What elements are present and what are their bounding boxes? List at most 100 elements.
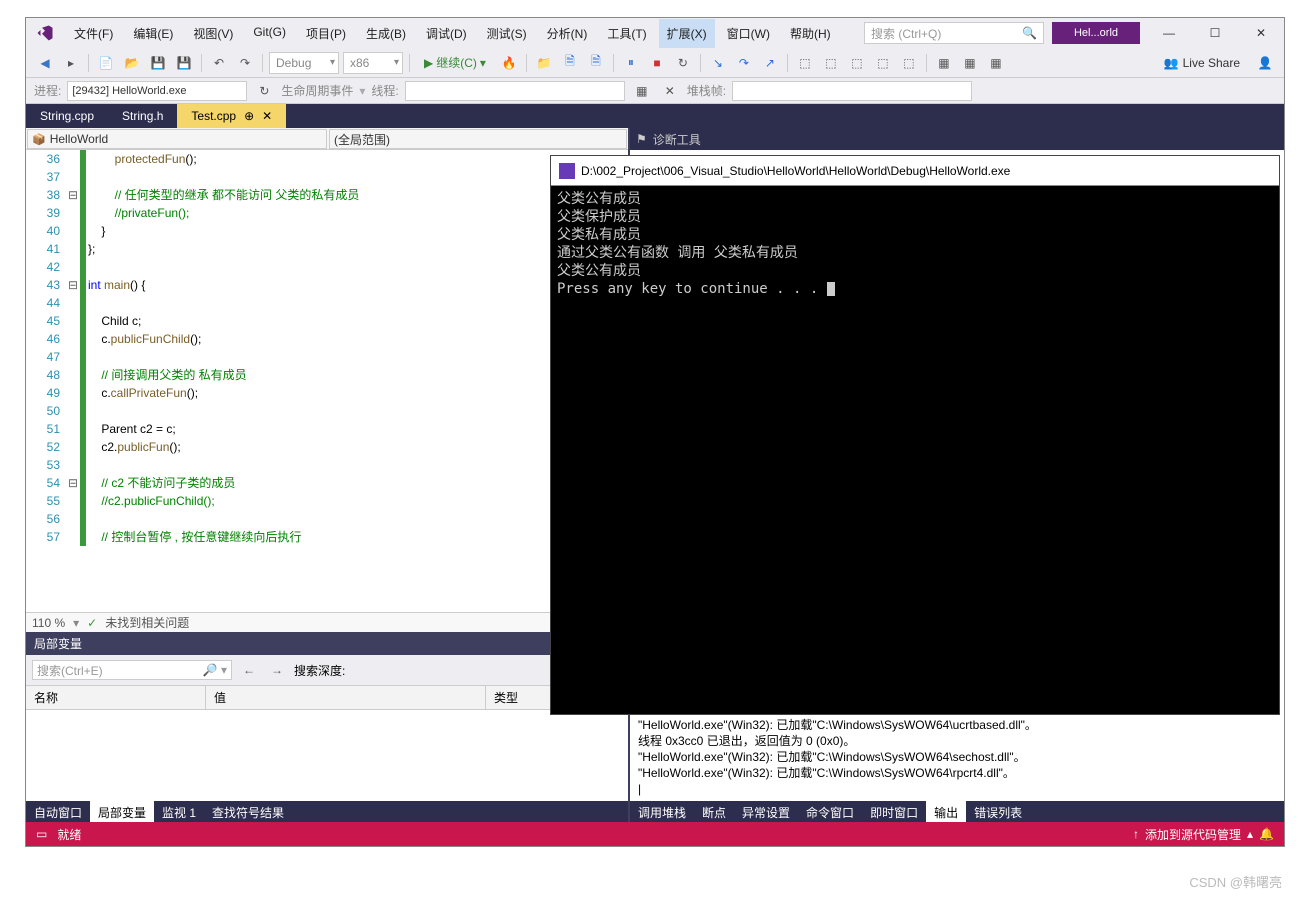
nav-scope[interactable]: (全局范围)	[329, 129, 627, 149]
output-body[interactable]: "HelloWorld.exe"(Win32): 已加载"C:\Windows\…	[630, 713, 1284, 801]
search-placeholder: 搜索 (Ctrl+Q)	[871, 25, 941, 42]
live-share-button[interactable]: 👥 Live Share	[1164, 56, 1240, 70]
minimize-button[interactable]: —	[1146, 18, 1192, 48]
code-editor[interactable]: 3637383940414243444546474849505152535455…	[26, 150, 628, 612]
tool-h-icon[interactable]: ▦	[985, 52, 1007, 74]
menu-10[interactable]: 扩展(X)	[659, 19, 715, 48]
nav-back-icon[interactable]: ◀	[34, 52, 56, 74]
admin-icon[interactable]: 👤	[1254, 52, 1276, 74]
stop-icon[interactable]: ■	[646, 52, 668, 74]
save-icon[interactable]: 💾	[147, 52, 169, 74]
tool-g-icon[interactable]: ▦	[959, 52, 981, 74]
continue-button[interactable]: ▶ 继续(C) ▾	[416, 54, 494, 71]
folder-icon[interactable]: 📁	[533, 52, 555, 74]
process-select[interactable]: [29432] HelloWorld.exe	[67, 81, 247, 101]
doc-tab[interactable]: String.h	[108, 104, 177, 128]
doc-tab[interactable]: String.cpp	[26, 104, 108, 128]
menu-7[interactable]: 测试(S)	[479, 19, 535, 48]
stackframe-select[interactable]	[732, 81, 972, 101]
nav-project[interactable]: 📦 HelloWorld	[27, 129, 327, 149]
navigation-bar: 📦 HelloWorld (全局范围)	[26, 128, 628, 150]
undo-icon[interactable]: ↶	[208, 52, 230, 74]
panel-tab[interactable]: 监视 1	[154, 801, 204, 822]
hot-reload-icon[interactable]: 🔥	[498, 52, 520, 74]
new-project-icon[interactable]: 📄	[95, 52, 117, 74]
panel-tab[interactable]: 查找符号结果	[204, 801, 292, 822]
tool-a-icon[interactable]: ⬚	[794, 52, 816, 74]
tool-c-icon[interactable]: ⬚	[846, 52, 868, 74]
step-out-icon[interactable]: ↗	[759, 52, 781, 74]
depth-select[interactable]	[351, 661, 411, 679]
maximize-button[interactable]: ☐	[1192, 18, 1238, 48]
solution-name-badge[interactable]: Hel...orld	[1052, 22, 1140, 44]
nav-fwd-icon[interactable]: ▸	[60, 52, 82, 74]
doc2-icon[interactable]: 🗎	[585, 52, 607, 74]
panel-tab[interactable]: 即时窗口	[862, 801, 926, 822]
redo-icon[interactable]: ↷	[234, 52, 256, 74]
pause-icon[interactable]: ⏸	[620, 52, 642, 74]
thread-tool2-icon[interactable]: ✕	[659, 80, 681, 102]
menu-5[interactable]: 生成(B)	[358, 19, 414, 48]
open-icon[interactable]: 📂	[121, 52, 143, 74]
debug-toolbar: 进程: [29432] HelloWorld.exe ↻ 生命周期事件 ▾ 线程…	[26, 78, 1284, 104]
panel-tab[interactable]: 异常设置	[734, 801, 798, 822]
save-all-icon[interactable]: 💾	[173, 52, 195, 74]
menu-0[interactable]: 文件(F)	[66, 19, 121, 48]
panel-tab[interactable]: 断点	[694, 801, 734, 822]
menu-6[interactable]: 调试(D)	[418, 19, 475, 48]
status-bar: ▭ 就绪 ↑ 添加到源代码管理 ▴ 🔔	[26, 822, 1284, 846]
pin-icon[interactable]: ⊕	[244, 109, 254, 123]
panel-tab[interactable]: 错误列表	[966, 801, 1030, 822]
menu-12[interactable]: 帮助(H)	[782, 19, 839, 48]
menu-9[interactable]: 工具(T)	[599, 19, 654, 48]
platform-select[interactable]: x86	[343, 52, 403, 74]
tool-b-icon[interactable]: ⬚	[820, 52, 842, 74]
locals-col[interactable]: 名称	[26, 686, 206, 709]
locals-search[interactable]: 搜索(Ctrl+E)🔎 ▾	[32, 660, 232, 680]
add-source-control[interactable]: 添加到源代码管理	[1145, 826, 1241, 843]
tool-e-icon[interactable]: ⬚	[898, 52, 920, 74]
nav-next-icon[interactable]: →	[266, 659, 288, 681]
tool-f-icon[interactable]: ▦	[933, 52, 955, 74]
diag-title: 诊断工具	[653, 131, 701, 148]
locals-col[interactable]: 值	[206, 686, 486, 709]
step-over-icon[interactable]: ↷	[733, 52, 755, 74]
console-path: D:\002_Project\006_Visual_Studio\HelloWo…	[581, 164, 1010, 178]
menu-11[interactable]: 窗口(W)	[719, 19, 778, 48]
panel-tab[interactable]: 调用堆栈	[630, 801, 694, 822]
thread-label: 线程:	[371, 82, 398, 99]
check-icon: ✓	[87, 616, 97, 630]
menu-4[interactable]: 项目(P)	[298, 19, 354, 48]
locals-columns: 名称值类型	[26, 686, 628, 710]
process-label: 进程:	[34, 82, 61, 99]
zoom-level[interactable]: 110 %	[32, 616, 65, 630]
close-button[interactable]: ✕	[1238, 18, 1284, 48]
close-tab-icon[interactable]: ✕	[262, 109, 272, 123]
panel-tab[interactable]: 自动窗口	[26, 801, 90, 822]
restart-icon[interactable]: ↻	[672, 52, 694, 74]
tool-d-icon[interactable]: ⬚	[872, 52, 894, 74]
thread-tool-icon[interactable]: ▦	[631, 80, 653, 102]
nav-prev-icon[interactable]: ←	[238, 659, 260, 681]
document-tabs: String.cppString.hTest.cpp⊕✕	[26, 104, 1284, 128]
menu-3[interactable]: Git(G)	[245, 19, 294, 48]
watermark: CSDN @韩曙亮	[1189, 872, 1282, 891]
panel-tab[interactable]: 输出	[926, 801, 966, 822]
menu-8[interactable]: 分析(N)	[539, 19, 596, 48]
thread-select[interactable]	[405, 81, 625, 101]
lifecycle-label: 生命周期事件	[281, 82, 353, 99]
notification-icon[interactable]: 🔔	[1259, 827, 1274, 841]
menu-2[interactable]: 视图(V)	[185, 19, 241, 48]
window-controls: — ☐ ✕	[1146, 18, 1284, 48]
console-output[interactable]: 父类公有成员 父类保护成员 父类私有成员 通过父类公有函数 调用 父类私有成员 …	[551, 186, 1279, 714]
console-titlebar[interactable]: D:\002_Project\006_Visual_Studio\HelloWo…	[551, 156, 1279, 186]
refresh-icon[interactable]: ↻	[253, 80, 275, 102]
quick-search[interactable]: 搜索 (Ctrl+Q) 🔍	[864, 22, 1044, 44]
doc-tab[interactable]: Test.cpp⊕✕	[177, 104, 286, 128]
panel-tab[interactable]: 局部变量	[90, 801, 154, 822]
doc-icon[interactable]: 🗎	[559, 52, 581, 74]
step-into-icon[interactable]: ↘	[707, 52, 729, 74]
panel-tab[interactable]: 命令窗口	[798, 801, 862, 822]
menu-1[interactable]: 编辑(E)	[125, 19, 181, 48]
config-select[interactable]: Debug	[269, 52, 339, 74]
